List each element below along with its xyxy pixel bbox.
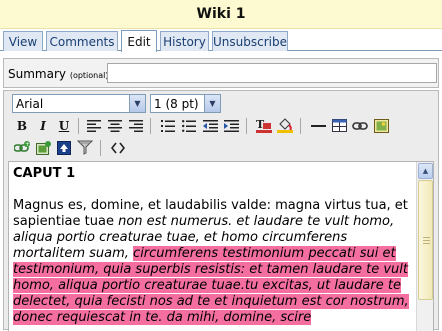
indent-icon [223, 119, 239, 132]
toolbar-separator [150, 118, 151, 134]
align-left-icon [87, 119, 101, 132]
background-color-button[interactable] [275, 116, 295, 135]
editor-content-area[interactable]: CAPUT 1 Magnus es, domine, et laudabilis… [8, 161, 434, 331]
source-code-button[interactable] [108, 138, 128, 157]
italic-icon: I [40, 118, 46, 133]
funnel-icon [77, 140, 93, 155]
font-size-select[interactable]: 1 (8 pt) [150, 94, 206, 113]
tab-edit[interactable]: Edit [121, 30, 157, 52]
underline-button[interactable]: U [54, 116, 74, 135]
link-icon [352, 121, 368, 130]
insert-media-button[interactable] [33, 138, 53, 157]
text-color-button[interactable]: T [254, 116, 274, 135]
tab-view[interactable]: View [3, 31, 43, 51]
image-icon [373, 118, 389, 133]
align-right-icon [129, 119, 143, 132]
media-icon [35, 140, 51, 155]
paint-bucket-icon [277, 118, 293, 133]
unordered-list-button[interactable] [179, 116, 199, 135]
summary-label: Summary (optional) [8, 67, 109, 81]
toolbar-separator [300, 118, 301, 134]
anchor-icon [57, 140, 71, 155]
tab-history[interactable]: History [160, 31, 209, 51]
chevron-down-icon: ▼ [204, 95, 220, 112]
ordered-list-button[interactable] [158, 116, 178, 135]
font-size-value: 1 (8 pt) [154, 96, 199, 111]
tab-comments[interactable]: Comments [46, 31, 118, 51]
content-heading: CAPUT 1 [13, 166, 76, 181]
align-center-button[interactable] [105, 116, 125, 135]
editor-text: CAPUT 1 Magnus es, domine, et laudabilis… [13, 166, 415, 326]
unordered-list-icon [182, 119, 196, 132]
page-title: Wiki 1 [0, 0, 442, 29]
code-icon [111, 142, 125, 153]
vertical-scrollbar[interactable]: ▲ [416, 162, 433, 331]
insert-anchor-button[interactable] [54, 138, 74, 157]
align-center-icon [108, 119, 122, 132]
summary-label-text: Summary [8, 67, 66, 81]
wiki-link-icon: + [14, 141, 30, 152]
insert-link-button[interactable] [350, 116, 370, 135]
font-family-select[interactable]: Arial ▼ [12, 94, 146, 113]
toolbar-separator [246, 118, 247, 134]
align-left-button[interactable] [84, 116, 104, 135]
text-color-icon: T [256, 118, 272, 133]
outdent-icon [202, 119, 218, 132]
indent-button[interactable] [221, 116, 241, 135]
thumb-grip [423, 240, 430, 241]
summary-input[interactable] [107, 63, 437, 83]
ordered-list-icon [161, 119, 175, 132]
bold-button[interactable]: B [12, 116, 32, 135]
scrollbar-thumb[interactable] [418, 180, 433, 300]
scroll-up-arrow-icon[interactable]: ▲ [418, 163, 433, 179]
insert-image-button[interactable] [371, 116, 391, 135]
horizontal-rule-button[interactable] [308, 116, 328, 135]
rich-text-editor: Arial ▼ 1 (8 pt) ▼ B I U T + CAPUT 1 Mag… [3, 90, 439, 331]
clean-format-button[interactable] [75, 138, 95, 157]
thumb-grip [423, 237, 430, 238]
font-family-value: Arial [16, 96, 44, 111]
summary-optional-label: (optional) [69, 71, 109, 80]
chevron-down-icon: ▼ [129, 95, 145, 112]
tab-unsubscribe[interactable]: Unsubscribe [212, 31, 288, 51]
thumb-grip [423, 243, 430, 244]
tab-bar: View Comments Edit History Unsubscribe [0, 29, 442, 52]
italic-button[interactable]: I [33, 116, 53, 135]
summary-panel: Summary (optional) [3, 58, 439, 88]
svg-text:+: + [25, 141, 30, 148]
align-right-button[interactable] [126, 116, 146, 135]
font-size-dropdown-button[interactable]: ▼ [204, 94, 221, 113]
underline-icon: U [58, 118, 70, 133]
wiki-link-button[interactable]: + [12, 138, 32, 157]
table-icon [331, 119, 347, 132]
content-paragraph: Magnus es, domine, et laudabilis valde: … [13, 198, 415, 326]
toolbar-separator [100, 140, 101, 156]
outdent-button[interactable] [200, 116, 220, 135]
insert-table-button[interactable] [329, 116, 349, 135]
horizontal-rule-icon [310, 124, 326, 127]
toolbar-separator [78, 118, 79, 134]
bold-icon: B [16, 118, 28, 133]
